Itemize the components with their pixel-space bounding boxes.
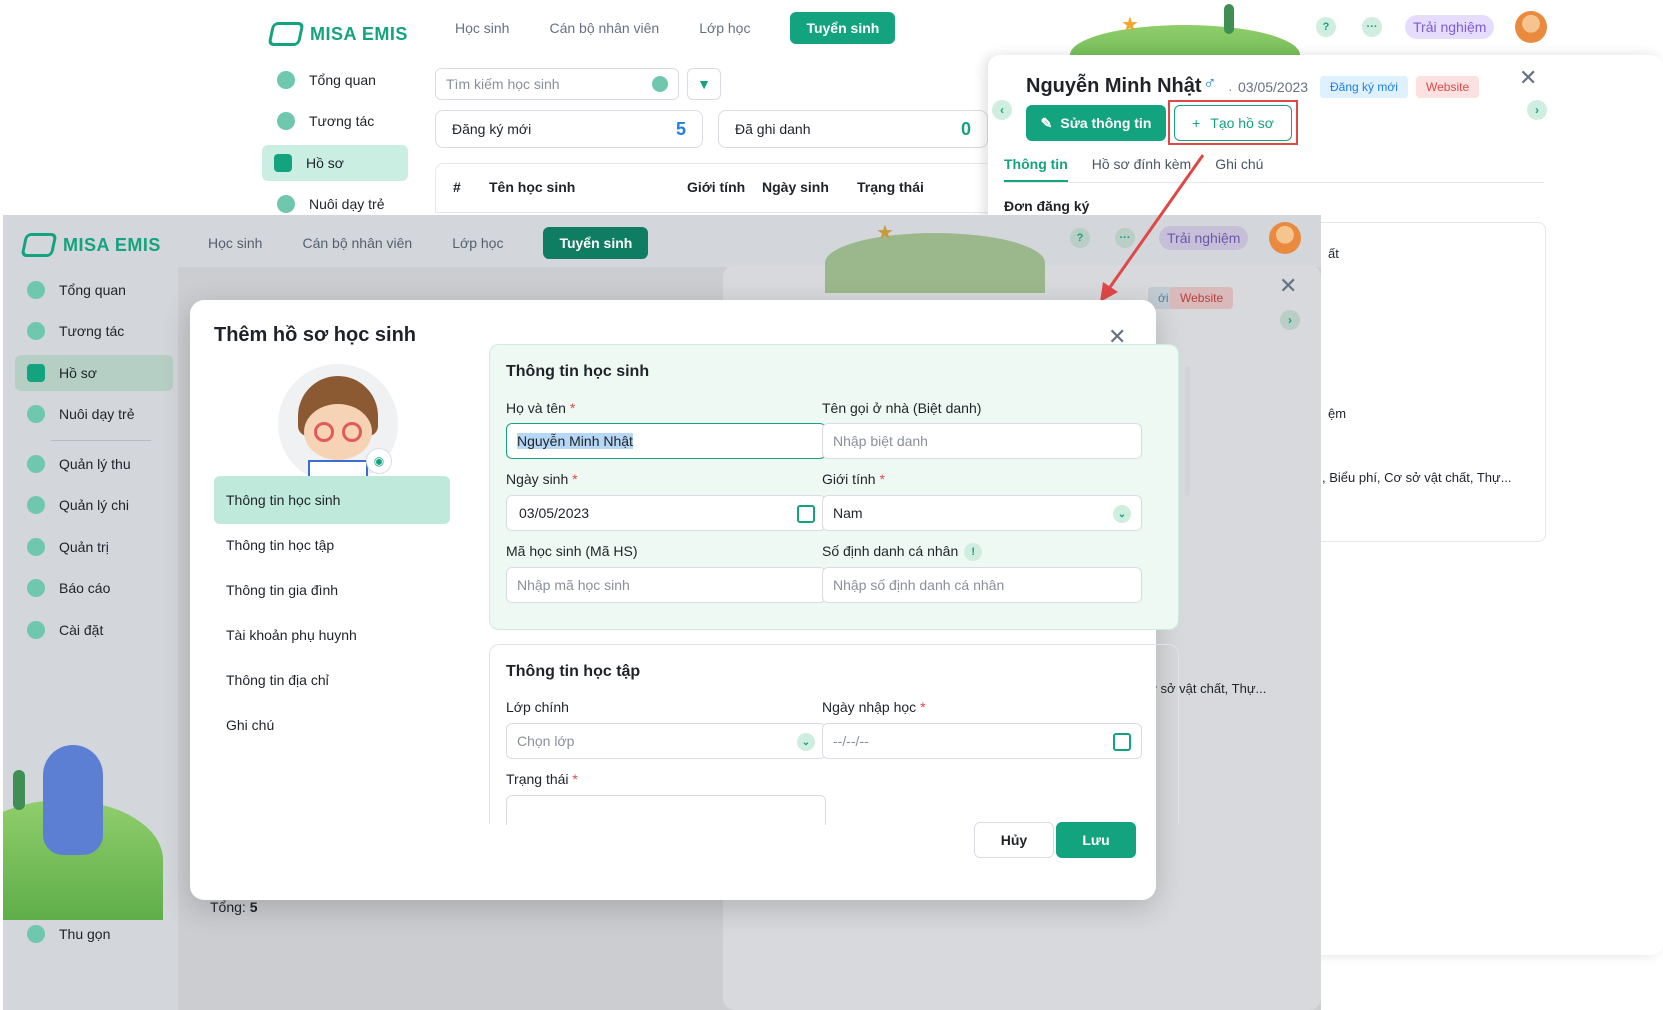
chevron-down-icon: ⌄ [1113,505,1131,523]
nav-parent-account[interactable]: Tài khoản phụ huynh [214,611,464,659]
gender-label: Giới tính * [822,471,885,487]
dialog-title: Thêm hồ sơ học sinh [214,324,417,346]
required-marker: * [920,699,926,715]
nav-address-info[interactable]: Thông tin địa chỉ [214,656,464,704]
main-class-label: Lớp chính [506,699,569,715]
personal-id-input[interactable]: Nhập số định danh cá nhân [822,567,1142,603]
chevron-down-icon: ⌄ [797,733,815,751]
nav-study-info[interactable]: Thông tin học tập [214,521,464,569]
personal-id-label: Số định danh cá nhân! [822,543,983,562]
nav-notes[interactable]: Ghi chú [214,701,464,749]
class-placeholder: Chọn lớp [517,733,575,749]
study-info-section: Thông tin học tập Lớp chính Chọn lớp ⌄ Ng… [489,644,1179,825]
enroll-date-input[interactable]: --/--/-- [822,723,1142,759]
main-class-select[interactable]: Chọn lớp ⌄ [506,723,826,759]
scrollbar[interactable] [1185,366,1190,496]
fullname-input[interactable]: Nguyễn Minh Nhật [506,423,826,459]
save-button[interactable]: Lưu [1056,822,1136,858]
label-text: Trạng thái [506,771,569,787]
dob-input[interactable]: 03/05/2023 [506,495,826,531]
enroll-date-placeholder: --/--/-- [833,733,869,749]
calendar-icon[interactable] [1113,733,1131,751]
required-marker: * [569,400,576,416]
enroll-date-label: Ngày nhập học * [822,699,926,715]
label-text: Ngày sinh [506,471,569,487]
label-text: Số định danh cá nhân [822,543,959,559]
glasses-icon [314,422,334,442]
student-code-label: Mã học sinh (Mã HS) [506,543,638,559]
nickname-input[interactable]: Nhập biệt danh [822,423,1142,459]
label-text: Ngày nhập học [822,699,917,715]
glasses-icon [342,422,362,442]
status-select[interactable] [506,795,826,825]
label-text: Giới tính [822,471,876,487]
fullname-value: Nguyễn Minh Nhật [517,433,633,449]
fullname-label: Họ và tên * [506,400,575,416]
cancel-button[interactable]: Hủy [974,822,1054,858]
camera-icon[interactable]: ◉ [366,448,392,474]
info-icon[interactable]: ! [964,543,983,562]
dob-label: Ngày sinh * [506,471,578,487]
gender-value: Nam [833,505,863,521]
student-code-input[interactable]: Nhập mã học sinh [506,567,826,603]
required-marker: * [572,471,578,487]
dob-value: 03/05/2023 [519,505,590,521]
required-marker: * [879,471,885,487]
section-title: Thông tin học tập [506,663,641,680]
nickname-label: Tên gọi ở nhà (Biệt danh) [822,400,982,416]
gender-select[interactable]: Nam ⌄ [822,495,1142,531]
section-title: Thông tin học sinh [506,363,650,380]
nav-family-info[interactable]: Thông tin gia đình [214,566,464,614]
student-info-section: Thông tin học sinh Họ và tên * Nguyễn Mi… [489,344,1179,630]
required-marker: * [572,771,578,787]
status-label: Trạng thái * [506,771,578,787]
label-text: Họ và tên [506,400,566,416]
calendar-icon[interactable] [797,505,815,523]
add-student-profile-dialog: Thêm hồ sơ học sinh ✕ ◉ Thông tin học si… [190,300,1190,900]
nav-student-info[interactable]: Thông tin học sinh [214,476,450,524]
